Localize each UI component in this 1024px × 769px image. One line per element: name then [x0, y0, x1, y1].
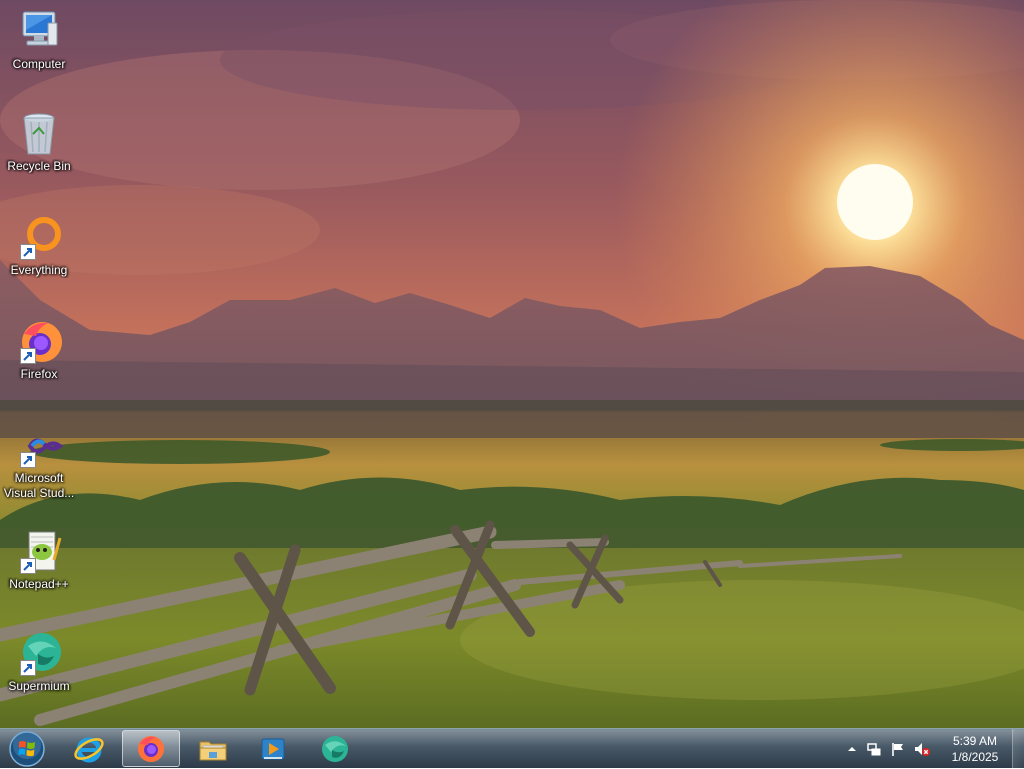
desktop-wallpaper	[0, 0, 1024, 768]
desktop-icon-label: Supermium	[8, 679, 70, 693]
notification-area: 5:39 AM 1/8/2025	[840, 729, 1024, 769]
volume-muted-icon[interactable]	[914, 741, 930, 757]
desktop-icon-everything[interactable]: Everything	[2, 214, 76, 278]
taskbar-app-supermium[interactable]	[306, 730, 364, 767]
show-hidden-icons-chevron-icon[interactable]	[844, 741, 860, 757]
taskbar-app-media-player[interactable]	[244, 730, 302, 767]
desktop-icon-computer[interactable]: Computer	[2, 8, 76, 72]
network-icon[interactable]	[866, 741, 882, 757]
media-player-icon	[261, 738, 285, 759]
desktop-icon-recycle-bin[interactable]: Recycle Bin	[2, 110, 76, 174]
taskbar-app-file-explorer[interactable]	[184, 730, 242, 767]
everything-search-icon	[14, 214, 64, 262]
clock-date: 1/8/2025	[951, 750, 999, 764]
clock-time: 5:39 AM	[952, 734, 998, 748]
file-explorer-icon	[199, 741, 227, 760]
desktop-icon-label: Computer	[12, 57, 66, 71]
internet-explorer-icon	[74, 737, 104, 762]
desktop-icon-label: Microsoft Visual Stud...	[3, 471, 75, 500]
firefox-icon	[14, 318, 64, 366]
computer-icon	[14, 8, 64, 56]
system-clock[interactable]: 5:39 AM 1/8/2025	[940, 733, 1010, 765]
windows-start-orb-icon	[9, 731, 45, 767]
shortcut-arrow-icon	[20, 348, 36, 364]
desktop-icon-label: Everything	[10, 263, 68, 277]
taskbar-app-firefox[interactable]	[122, 730, 180, 767]
recycle-bin-icon	[14, 110, 64, 158]
shortcut-arrow-icon	[20, 452, 36, 468]
desktop-icon-label: Notepad++	[9, 577, 69, 591]
start-button[interactable]	[4, 730, 50, 768]
taskbar-app-internet-explorer[interactable]	[60, 730, 118, 767]
desktop-icon-visual-studio[interactable]: Microsoft Visual Stud...	[2, 422, 76, 501]
supermium-icon	[14, 630, 64, 678]
desktop-icon-label: Firefox	[20, 367, 58, 381]
desktop-icon-notepad-plus-plus[interactable]: Notepad++	[2, 528, 76, 592]
shortcut-arrow-icon	[20, 558, 36, 574]
shortcut-arrow-icon	[20, 244, 36, 260]
desktop-icon-label: Recycle Bin	[7, 159, 71, 173]
supermium-icon	[322, 735, 348, 762]
shortcut-arrow-icon	[20, 660, 36, 676]
taskbar: 5:39 AM 1/8/2025	[0, 728, 1024, 769]
notepad-plus-plus-icon	[14, 528, 64, 576]
action-center-flag-icon[interactable]	[890, 741, 906, 757]
visual-studio-icon	[14, 422, 64, 470]
show-desktop-button[interactable]	[1012, 729, 1024, 769]
desktop-icon-firefox[interactable]: Firefox	[2, 318, 76, 382]
firefox-icon	[138, 735, 164, 762]
desktop-icon-supermium[interactable]: Supermium	[2, 630, 76, 694]
